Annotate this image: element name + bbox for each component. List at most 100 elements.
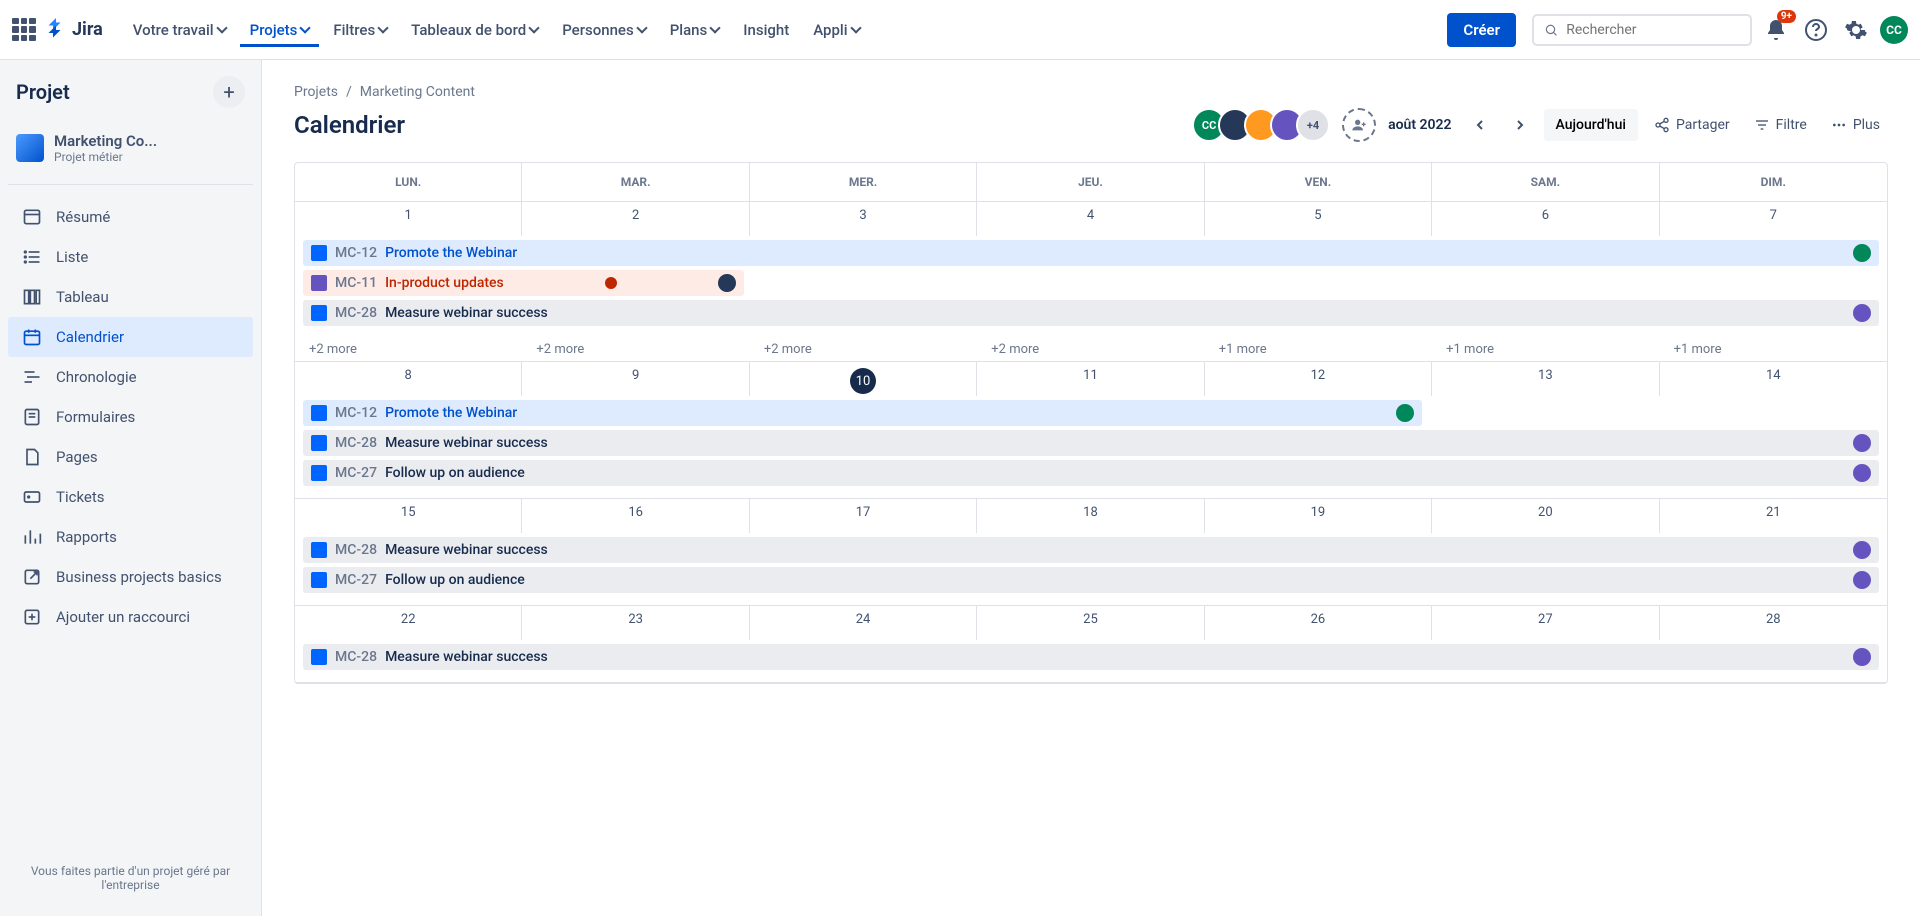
calendar-day[interactable]: 1 xyxy=(295,202,522,236)
add-project-button[interactable]: + xyxy=(213,76,245,108)
notifications-icon[interactable]: 9+ xyxy=(1760,14,1792,46)
calendar-day[interactable]: 9 xyxy=(522,362,749,396)
calendar-day[interactable]: 5 xyxy=(1205,202,1432,236)
sidebar-item-add[interactable]: Ajouter un raccourci xyxy=(8,597,253,637)
event-bar[interactable]: MC-27Follow up on audience xyxy=(303,567,1879,593)
more-link[interactable]: +1 more xyxy=(1205,338,1432,361)
nav-tableaux-de-bord[interactable]: Tableaux de bord xyxy=(401,13,548,47)
calendar-day[interactable]: 23 xyxy=(522,606,749,640)
breadcrumb: Projets / Marketing Content xyxy=(294,84,1888,100)
event-bar[interactable]: MC-28Measure webinar success xyxy=(303,537,1879,563)
sidebar-item-summary[interactable]: Résumé xyxy=(8,197,253,237)
today-button[interactable]: Aujourd'hui xyxy=(1544,109,1638,141)
event-bar[interactable]: MC-12Promote the Webinar xyxy=(303,240,1879,266)
nav-appli[interactable]: Appli xyxy=(803,13,869,47)
share-button[interactable]: Partager xyxy=(1646,111,1738,139)
sidebar-item-report[interactable]: Rapports xyxy=(8,517,253,557)
create-button[interactable]: Créer xyxy=(1447,13,1516,47)
project-card[interactable]: Marketing Co... Projet métier xyxy=(8,124,253,172)
settings-icon[interactable] xyxy=(1840,14,1872,46)
sidebar-item-calendar[interactable]: Calendrier xyxy=(8,317,253,357)
calendar-day[interactable]: 17 xyxy=(750,499,977,533)
event-key: MC-12 xyxy=(335,405,377,421)
filter-button[interactable]: Filtre xyxy=(1746,111,1815,139)
calendar-day[interactable]: 4 xyxy=(977,202,1204,236)
calendar-day[interactable]: 3 xyxy=(750,202,977,236)
avatar-stack[interactable]: CC +4 xyxy=(1200,108,1330,142)
sidebar-item-form[interactable]: Formulaires xyxy=(8,397,253,437)
breadcrumb-project[interactable]: Marketing Content xyxy=(360,84,475,100)
nav-votre-travail[interactable]: Votre travail xyxy=(123,13,236,47)
sidebar-item-label: Résumé xyxy=(56,208,110,226)
event-bar[interactable]: MC-28Measure webinar success xyxy=(303,300,1879,326)
calendar-day[interactable]: 2 xyxy=(522,202,749,236)
prev-month-button[interactable] xyxy=(1464,109,1496,141)
calendar-day[interactable]: 20 xyxy=(1432,499,1659,533)
event-bar[interactable]: MC-28Measure webinar success xyxy=(303,644,1879,670)
more-button[interactable]: Plus xyxy=(1823,111,1888,139)
calendar-day[interactable]: 14 xyxy=(1660,362,1887,396)
sidebar-item-timeline[interactable]: Chronologie xyxy=(8,357,253,397)
sidebar-item-board[interactable]: Tableau xyxy=(8,277,253,317)
sidebar-item-label: Pages xyxy=(56,448,98,466)
search-box[interactable] xyxy=(1532,14,1752,46)
calendar-day[interactable]: 11 xyxy=(977,362,1204,396)
calendar-day[interactable]: 16 xyxy=(522,499,749,533)
event-bar[interactable]: MC-27Follow up on audience xyxy=(303,460,1879,486)
day-header: JEU. xyxy=(977,163,1204,202)
event-title: Measure webinar success xyxy=(385,542,548,558)
event-bar[interactable]: MC-11In-product updates xyxy=(303,270,744,296)
calendar-day[interactable]: 12 xyxy=(1205,362,1432,396)
calendar-day[interactable]: 6 xyxy=(1432,202,1659,236)
more-link[interactable]: +1 more xyxy=(1432,338,1659,361)
jira-logo[interactable]: Jira xyxy=(44,18,103,42)
avatar-more[interactable]: +4 xyxy=(1296,108,1330,142)
calendar-day[interactable]: 28 xyxy=(1660,606,1887,640)
nav-insight[interactable]: Insight xyxy=(733,13,799,47)
calendar-day[interactable]: 19 xyxy=(1205,499,1432,533)
nav-personnes[interactable]: Personnes xyxy=(552,13,656,47)
external-icon xyxy=(22,567,42,587)
event-bar[interactable]: MC-28Measure webinar success xyxy=(303,430,1879,456)
event-key: MC-27 xyxy=(335,465,377,481)
calendar-day[interactable]: 22 xyxy=(295,606,522,640)
nav-projets[interactable]: Projets xyxy=(240,13,320,47)
calendar-day[interactable]: 24 xyxy=(750,606,977,640)
task-icon xyxy=(311,245,327,261)
calendar-day[interactable]: 26 xyxy=(1205,606,1432,640)
calendar-day[interactable]: 25 xyxy=(977,606,1204,640)
add-person-button[interactable] xyxy=(1342,108,1376,142)
next-month-button[interactable] xyxy=(1504,109,1536,141)
task-icon xyxy=(311,542,327,558)
more-link[interactable]: +2 more xyxy=(522,338,749,361)
calendar-day[interactable]: 21 xyxy=(1660,499,1887,533)
sidebar-title: Projet xyxy=(16,80,70,104)
user-avatar[interactable]: CC xyxy=(1880,16,1908,44)
calendar-day[interactable]: 15 xyxy=(295,499,522,533)
breadcrumb-projects[interactable]: Projets xyxy=(294,84,338,100)
search-input[interactable] xyxy=(1566,22,1740,38)
calendar-day[interactable]: 10 xyxy=(750,362,977,396)
more-link[interactable]: +1 more xyxy=(1660,338,1887,361)
calendar-day[interactable]: 18 xyxy=(977,499,1204,533)
nav-filtres[interactable]: Filtres xyxy=(323,13,397,47)
event-bar[interactable]: MC-12Promote the Webinar xyxy=(303,400,1422,426)
sidebar-item-ticket[interactable]: Tickets xyxy=(8,477,253,517)
nav-plans[interactable]: Plans xyxy=(660,13,730,47)
more-link[interactable]: +2 more xyxy=(295,338,522,361)
calendar-day[interactable]: 8 xyxy=(295,362,522,396)
priority-icon xyxy=(605,277,617,289)
sidebar-item-list[interactable]: Liste xyxy=(8,237,253,277)
sidebar-item-external[interactable]: Business projects basics xyxy=(8,557,253,597)
more-link[interactable]: +2 more xyxy=(977,338,1204,361)
calendar-day[interactable]: 7 xyxy=(1660,202,1887,236)
calendar-day[interactable]: 13 xyxy=(1432,362,1659,396)
day-header: SAM. xyxy=(1432,163,1659,202)
more-link[interactable]: +2 more xyxy=(750,338,977,361)
sidebar-item-page[interactable]: Pages xyxy=(8,437,253,477)
assignee-avatar xyxy=(1853,434,1871,452)
assignee-avatar xyxy=(1853,541,1871,559)
help-icon[interactable] xyxy=(1800,14,1832,46)
calendar-day[interactable]: 27 xyxy=(1432,606,1659,640)
app-switcher-icon[interactable] xyxy=(12,18,36,42)
